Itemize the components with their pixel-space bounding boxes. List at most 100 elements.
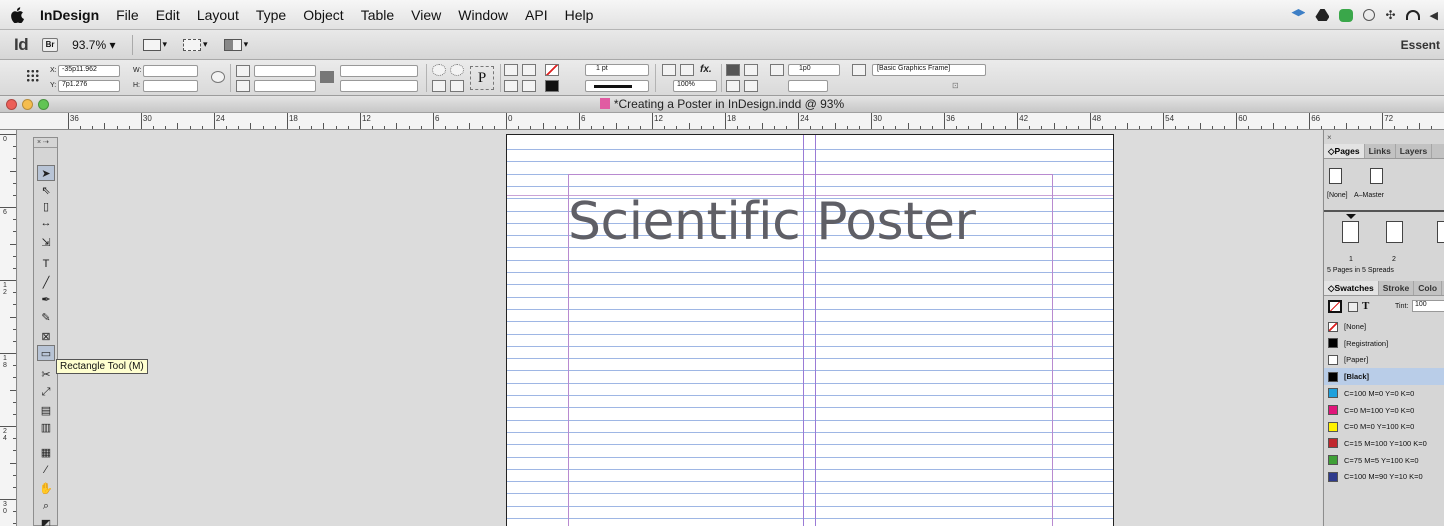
align-top-icon[interactable]: [726, 80, 740, 92]
tab-layers[interactable]: Layers: [1396, 144, 1433, 158]
menu-file[interactable]: File: [116, 7, 139, 23]
dropbox-icon[interactable]: [1291, 9, 1306, 17]
menu-help[interactable]: Help: [565, 7, 594, 23]
menu-type[interactable]: Type: [256, 7, 286, 23]
horizontal-ruler[interactable]: 36 30 24 18 12 6 0 6 12 18 24 30 36 42 48 54 60 66 72: [0, 113, 1444, 130]
stroke-type-dropdown[interactable]: [585, 80, 649, 92]
volume-icon[interactable]: ◀: [1430, 9, 1438, 22]
fx-button[interactable]: fx.: [700, 64, 712, 75]
formatting-text-icon[interactable]: T: [1362, 300, 1369, 312]
tab-links[interactable]: Links: [1365, 144, 1396, 158]
stroke-black-icon[interactable]: [545, 80, 559, 92]
wrap-around-shape-icon[interactable]: [744, 64, 758, 76]
effects-panel-icon[interactable]: [680, 64, 694, 76]
menu-api[interactable]: API: [525, 7, 548, 23]
menu-app-name[interactable]: InDesign: [40, 7, 99, 23]
view-options-dropdown[interactable]: ▾: [142, 38, 167, 51]
x-position-field[interactable]: -35p11.962: [58, 65, 120, 77]
formatting-container-icon[interactable]: [1348, 302, 1358, 312]
fill-stroke-swatch-icon[interactable]: ◩: [37, 515, 55, 526]
swatch-row[interactable]: [Black]: [1324, 368, 1444, 386]
page-2-thumbnail[interactable]: [1386, 221, 1403, 243]
hand-tool-icon[interactable]: ✋: [37, 480, 55, 496]
tab-pages[interactable]: ◇Pages: [1324, 144, 1365, 158]
panel-close-icon[interactable]: ×: [1327, 133, 1332, 142]
screen-mode-dropdown[interactable]: ▾: [183, 38, 208, 51]
y-position-field[interactable]: 7p1.276: [58, 80, 120, 92]
selection-tool-icon[interactable]: ➤: [37, 165, 55, 181]
rectangle-tool-icon[interactable]: ▭: [37, 345, 55, 361]
bluetooth-icon[interactable]: ✣: [1385, 8, 1395, 22]
menu-layout[interactable]: Layout: [197, 7, 239, 23]
gradient-feather-tool-icon[interactable]: ▥: [37, 419, 55, 435]
swatch-row[interactable]: [Registration]: [1324, 335, 1444, 352]
pen-tool-icon[interactable]: ✒: [37, 291, 55, 307]
line-tool-icon[interactable]: ╱: [37, 274, 55, 290]
page-1-thumbnail[interactable]: [1342, 221, 1359, 243]
time-machine-icon[interactable]: [1363, 9, 1376, 21]
workspace-switcher[interactable]: Essent: [1401, 38, 1440, 52]
gap-tool-icon[interactable]: ↔: [37, 215, 55, 231]
menu-table[interactable]: Table: [361, 7, 394, 23]
page-tool-icon[interactable]: ▯: [37, 198, 55, 214]
scale-y-field[interactable]: [254, 80, 316, 92]
flip-vertical-icon[interactable]: [450, 80, 464, 92]
zoom-tool-icon[interactable]: ⌕: [37, 498, 55, 514]
menu-window[interactable]: Window: [458, 7, 508, 23]
menu-edit[interactable]: Edit: [156, 7, 180, 23]
text-wrap-icon[interactable]: [726, 64, 740, 76]
select-next-icon[interactable]: [522, 80, 536, 92]
opacity-field[interactable]: 100%: [673, 80, 717, 92]
swatch-row[interactable]: [Paper]: [1324, 351, 1444, 368]
master-a-thumbnail[interactable]: [1370, 168, 1383, 184]
swatch-row[interactable]: C=0 M=100 Y=0 K=0: [1324, 402, 1444, 419]
content-collector-icon[interactable]: ⇲: [37, 234, 55, 250]
tab-stroke[interactable]: Stroke: [1379, 281, 1415, 295]
fill-stroke-proxy-icon[interactable]: [1328, 300, 1342, 313]
pencil-tool-icon[interactable]: ✎: [37, 309, 55, 325]
gradient-swatch-tool-icon[interactable]: ▤: [37, 402, 55, 418]
constrain-scale-icon[interactable]: [320, 71, 334, 83]
page-3-thumbnail[interactable]: [1437, 221, 1444, 243]
zoom-level-dropdown[interactable]: 93.7% ▾: [72, 38, 115, 52]
rotation-angle-field[interactable]: [340, 65, 418, 77]
vertical-ruler[interactable]: 0 6 1 2 1 8 2 4 3 0: [0, 130, 17, 526]
tab-swatches[interactable]: ◇Swatches: [1324, 281, 1379, 295]
note-tool-icon[interactable]: ▦: [37, 444, 55, 460]
arrange-documents-dropdown[interactable]: ▾: [223, 38, 248, 51]
clear-overrides-icon[interactable]: ⊡: [952, 81, 966, 93]
type-tool-icon[interactable]: T: [37, 256, 55, 272]
tint-field[interactable]: 100: [1412, 300, 1444, 312]
direct-selection-tool-icon[interactable]: ⇖: [37, 182, 55, 198]
swatch-row[interactable]: C=0 M=0 Y=100 K=0: [1324, 418, 1444, 435]
align-center-icon[interactable]: [744, 80, 758, 92]
apple-icon[interactable]: [10, 6, 24, 23]
select-previous-icon[interactable]: [504, 80, 518, 92]
rotate-clockwise-icon[interactable]: [432, 64, 446, 76]
select-content-icon[interactable]: [522, 64, 536, 76]
eyedropper-tool-icon[interactable]: ⁄: [37, 462, 55, 478]
shear-angle-field[interactable]: [340, 80, 418, 92]
swatch-row[interactable]: C=100 M=90 Y=10 K=0: [1324, 468, 1444, 485]
wifi-icon[interactable]: [1405, 10, 1420, 20]
poster-title[interactable]: Scientific Poster: [568, 192, 976, 252]
select-container-icon[interactable]: [504, 64, 518, 76]
stroke-weight-field[interactable]: 1 pt: [585, 64, 649, 76]
bridge-button[interactable]: Br: [42, 37, 59, 52]
constrain-proportions-icon[interactable]: [211, 71, 225, 83]
rotate-counterclockwise-icon[interactable]: [450, 64, 464, 76]
corner-shape-dropdown[interactable]: [788, 80, 828, 92]
menu-view[interactable]: View: [411, 7, 441, 23]
scissors-tool-icon[interactable]: ✂: [37, 366, 55, 382]
menu-object[interactable]: Object: [303, 7, 343, 23]
google-drive-icon[interactable]: [1315, 9, 1330, 21]
rectangle-frame-tool-icon[interactable]: ⊠: [37, 328, 55, 344]
drop-shadow-icon[interactable]: [662, 64, 676, 76]
swatch-row[interactable]: [None]: [1324, 318, 1444, 335]
text-inset-field[interactable]: 1p0: [788, 64, 840, 76]
swatch-row[interactable]: C=100 M=0 Y=0 K=0: [1324, 385, 1444, 402]
evernote-icon[interactable]: [1339, 8, 1354, 22]
tab-color[interactable]: Colo: [1414, 281, 1443, 295]
fill-none-icon[interactable]: [545, 64, 559, 76]
scale-x-field[interactable]: [254, 65, 316, 77]
